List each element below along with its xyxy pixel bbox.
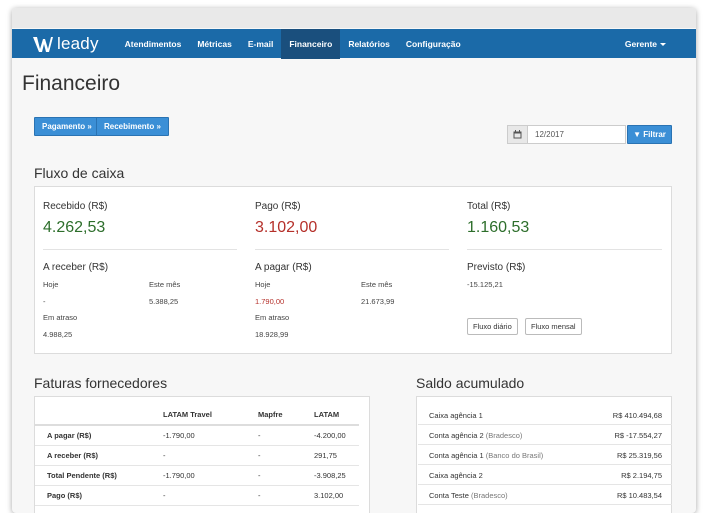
column-header	[35, 404, 163, 426]
fluxo-diario-button[interactable]: Fluxo diário	[467, 318, 518, 335]
table-cell: 291,75	[314, 445, 359, 466]
column-header: Mapfre	[258, 404, 314, 426]
row-label: Total Pendente (R$)	[35, 465, 163, 486]
pago-value: 3.102,00	[255, 219, 318, 236]
faturas-title: Faturas fornecedores	[34, 375, 168, 391]
column-header: LATAM	[314, 404, 359, 426]
table-row: Total Pendente (R$) -1.790,00 - -3.908,2…	[35, 465, 359, 486]
account-balance: R$ -17.554,27	[614, 431, 662, 440]
faturas-table: LATAM Travel Mapfre LATAM A pagar (R$) -…	[35, 404, 359, 506]
saldo-row: Conta Teste (Bradesco) R$ 10.483,54	[418, 485, 672, 505]
divider	[467, 249, 662, 250]
account-bank: (Bradesco)	[470, 491, 508, 500]
pagar-hoje: 1.790,00	[255, 297, 285, 306]
account-name: Caixa agência 1	[429, 411, 483, 420]
nav-menu: Atendimentos Métricas E-mail Financeiro …	[117, 28, 469, 59]
nav-relatorios[interactable]: Relatórios	[340, 29, 398, 59]
saldo-row: Caixa agência 2 R$ 2.194,75	[418, 465, 672, 485]
calendar-icon[interactable]	[507, 125, 528, 144]
filter-icon: ▼	[633, 130, 641, 139]
table-cell: -	[258, 445, 314, 466]
receber-hoje: -	[43, 297, 46, 306]
divider	[43, 249, 237, 250]
divider	[255, 249, 449, 250]
receber-mes: 5.388,25	[149, 297, 179, 306]
a-pagar-label: A pagar (R$)	[255, 262, 312, 273]
recebimento-button[interactable]: Recebimento »	[96, 117, 169, 136]
account-balance: R$ 25.319,56	[616, 451, 662, 460]
table-cell: -	[163, 485, 258, 506]
saldo-title: Saldo acumulado	[416, 375, 525, 391]
account-name: Conta agência 2 (Bradesco)	[429, 431, 523, 440]
previsto-label: Previsto (R$)	[467, 262, 526, 273]
table-cell: -1.790,00	[163, 465, 258, 486]
navbar: leady Atendimentos Métricas E-mail Finan…	[12, 28, 696, 59]
account-balance: R$ 10.483,54	[616, 491, 662, 500]
table-cell: -	[258, 485, 314, 506]
account-name: Conta agência 1 (Banco do Brasil)	[429, 451, 544, 460]
este-mes-label: Este mês	[361, 280, 393, 289]
account-name: Conta Teste (Bradesco)	[429, 491, 508, 500]
table-cell: -	[258, 425, 314, 446]
table-row: Pago (R$) - - 3.102,00	[35, 485, 359, 506]
pagar-mes: 21.673,99	[361, 297, 395, 306]
nav-email[interactable]: E-mail	[240, 29, 282, 59]
table-cell: -	[258, 465, 314, 486]
saldo-row: Caixa agência 1 R$ 410.494,68	[418, 405, 672, 425]
brand-logo[interactable]: leady	[32, 29, 99, 59]
receber-atraso: 4.988,25	[43, 330, 73, 339]
brand-name: leady	[57, 33, 99, 53]
total-label: Total (R$)	[467, 201, 511, 212]
table-cell: -	[163, 445, 258, 466]
row-label: Pago (R$)	[35, 485, 163, 506]
leady-logo-icon	[33, 36, 53, 52]
pago-label: Pago (R$)	[255, 201, 301, 212]
a-receber-label: A receber (R$)	[43, 262, 109, 273]
column-header: LATAM Travel	[163, 404, 258, 426]
account-name: Caixa agência 2	[429, 471, 483, 480]
saldo-row: Conta agência 2 (Bradesco) R$ -17.554,27	[418, 425, 672, 445]
este-mes-label: Este mês	[149, 280, 181, 289]
row-label: A pagar (R$)	[35, 425, 163, 446]
recebido-label: Recebido (R$)	[43, 201, 108, 212]
hoje-label: Hoje	[255, 280, 271, 289]
fluxo-title: Fluxo de caixa	[34, 165, 125, 181]
table-cell: -3.908,25	[314, 465, 359, 486]
account-bank: (Bradesco)	[485, 431, 523, 440]
account-bank: (Banco do Brasil)	[485, 451, 544, 460]
table-row: A pagar (R$) -1.790,00 - -4.200,00	[35, 425, 359, 446]
date-input[interactable]: 12/2017	[528, 125, 626, 144]
row-label: A receber (R$)	[35, 445, 163, 466]
date-picker[interactable]: 12/2017	[507, 125, 626, 144]
table-cell: -1.790,00	[163, 425, 258, 446]
account-balance: R$ 410.494,68	[612, 411, 662, 420]
previsto-value: -15.125,21	[467, 280, 503, 289]
user-name: Gerente	[624, 38, 657, 49]
total-value: 1.160,53	[467, 219, 530, 236]
saldo-row: Conta agência 1 (Banco do Brasil) R$ 25.…	[418, 445, 672, 465]
page-title: Financeiro	[22, 72, 121, 95]
nav-atendimentos[interactable]: Atendimentos	[117, 29, 190, 59]
user-menu[interactable]: Gerente	[625, 29, 666, 59]
table-row: A receber (R$) - - 291,75	[35, 445, 359, 466]
chevron-down-icon	[660, 42, 666, 46]
hoje-label: Hoje	[43, 280, 59, 289]
table-cell: 3.102,00	[314, 485, 359, 506]
nav-financeiro[interactable]: Financeiro	[281, 28, 341, 59]
em-atraso-label: Em atraso	[255, 313, 290, 322]
filter-button[interactable]: ▼ Filtrar	[627, 125, 672, 144]
pagamento-button[interactable]: Pagamento »	[34, 117, 100, 136]
bottom-margin	[0, 513, 708, 526]
em-atraso-label: Em atraso	[43, 313, 78, 322]
filter-label: Filtrar	[643, 130, 666, 139]
table-header-row: LATAM Travel Mapfre LATAM	[35, 404, 359, 426]
table-cell: -4.200,00	[314, 425, 359, 446]
pagar-atraso: 18.928,99	[255, 330, 289, 339]
account-balance: R$ 2.194,75	[621, 471, 662, 480]
fluxo-mensal-button[interactable]: Fluxo mensal	[525, 318, 582, 335]
recebido-value: 4.262,53	[43, 219, 106, 236]
nav-configuracao[interactable]: Configuração	[398, 29, 469, 59]
nav-metricas[interactable]: Métricas	[189, 29, 240, 59]
